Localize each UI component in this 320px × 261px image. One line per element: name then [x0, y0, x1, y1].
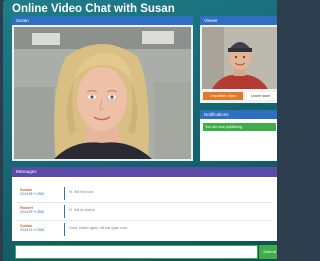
message-text: Great, thanks again, will talk again soo…	[69, 226, 128, 230]
notifications-panel: Notifications You are now publishing	[200, 110, 277, 161]
viewer-panel-title: Viewer	[200, 16, 277, 25]
susan-video-image	[14, 27, 191, 159]
app-title: Online Video Chat with Susan	[12, 3, 175, 15]
message-row: Susan 20:44:08 +/-0500 Hi, Will that wor…	[12, 186, 277, 203]
messages-panel: Messages Susan 20:44:08 +/-0500 Hi, Will…	[12, 167, 277, 241]
message-text: Hi. Will be doable	[69, 208, 95, 212]
messages-panel-title: Messages	[12, 167, 277, 177]
susan-video-panel: Susan	[12, 16, 193, 161]
message-timestamp: 20:44:09 +/-0500	[20, 210, 45, 214]
app-window: Online Video Chat with Susan Susan Viewe…	[3, 0, 277, 261]
message-divider	[64, 187, 65, 200]
susan-panel-title: Susan	[12, 16, 193, 25]
message-timestamp: 20:44:08 +/-0500	[20, 192, 45, 196]
viewer-video-panel: Viewer Unpublish video Leave room	[200, 16, 277, 103]
message-timestamp: 20:44:15 +/-0500	[20, 228, 45, 232]
submit-button[interactable]: Submit	[259, 245, 277, 259]
unpublish-video-button[interactable]: Unpublish video	[203, 92, 243, 100]
viewer-video-image	[202, 27, 277, 89]
message-text: Hi, Will that work	[69, 190, 94, 194]
viewer-video-feed[interactable]	[202, 27, 277, 89]
message-separator	[16, 202, 272, 203]
leave-room-button[interactable]: Leave room	[245, 92, 276, 100]
notifications-panel-title: Notifications	[200, 110, 277, 119]
message-row: Susan 20:44:15 +/-0500 Great, thanks aga…	[12, 222, 277, 239]
message-divider	[64, 205, 65, 218]
message-input[interactable]	[15, 245, 258, 259]
message-row: Robert 20:44:09 +/-0500 Hi. Will be doab…	[12, 204, 277, 221]
message-separator	[16, 220, 272, 221]
message-divider	[64, 223, 65, 236]
notification-item: You are now publishing	[203, 123, 276, 131]
susan-video-feed[interactable]	[14, 27, 191, 159]
